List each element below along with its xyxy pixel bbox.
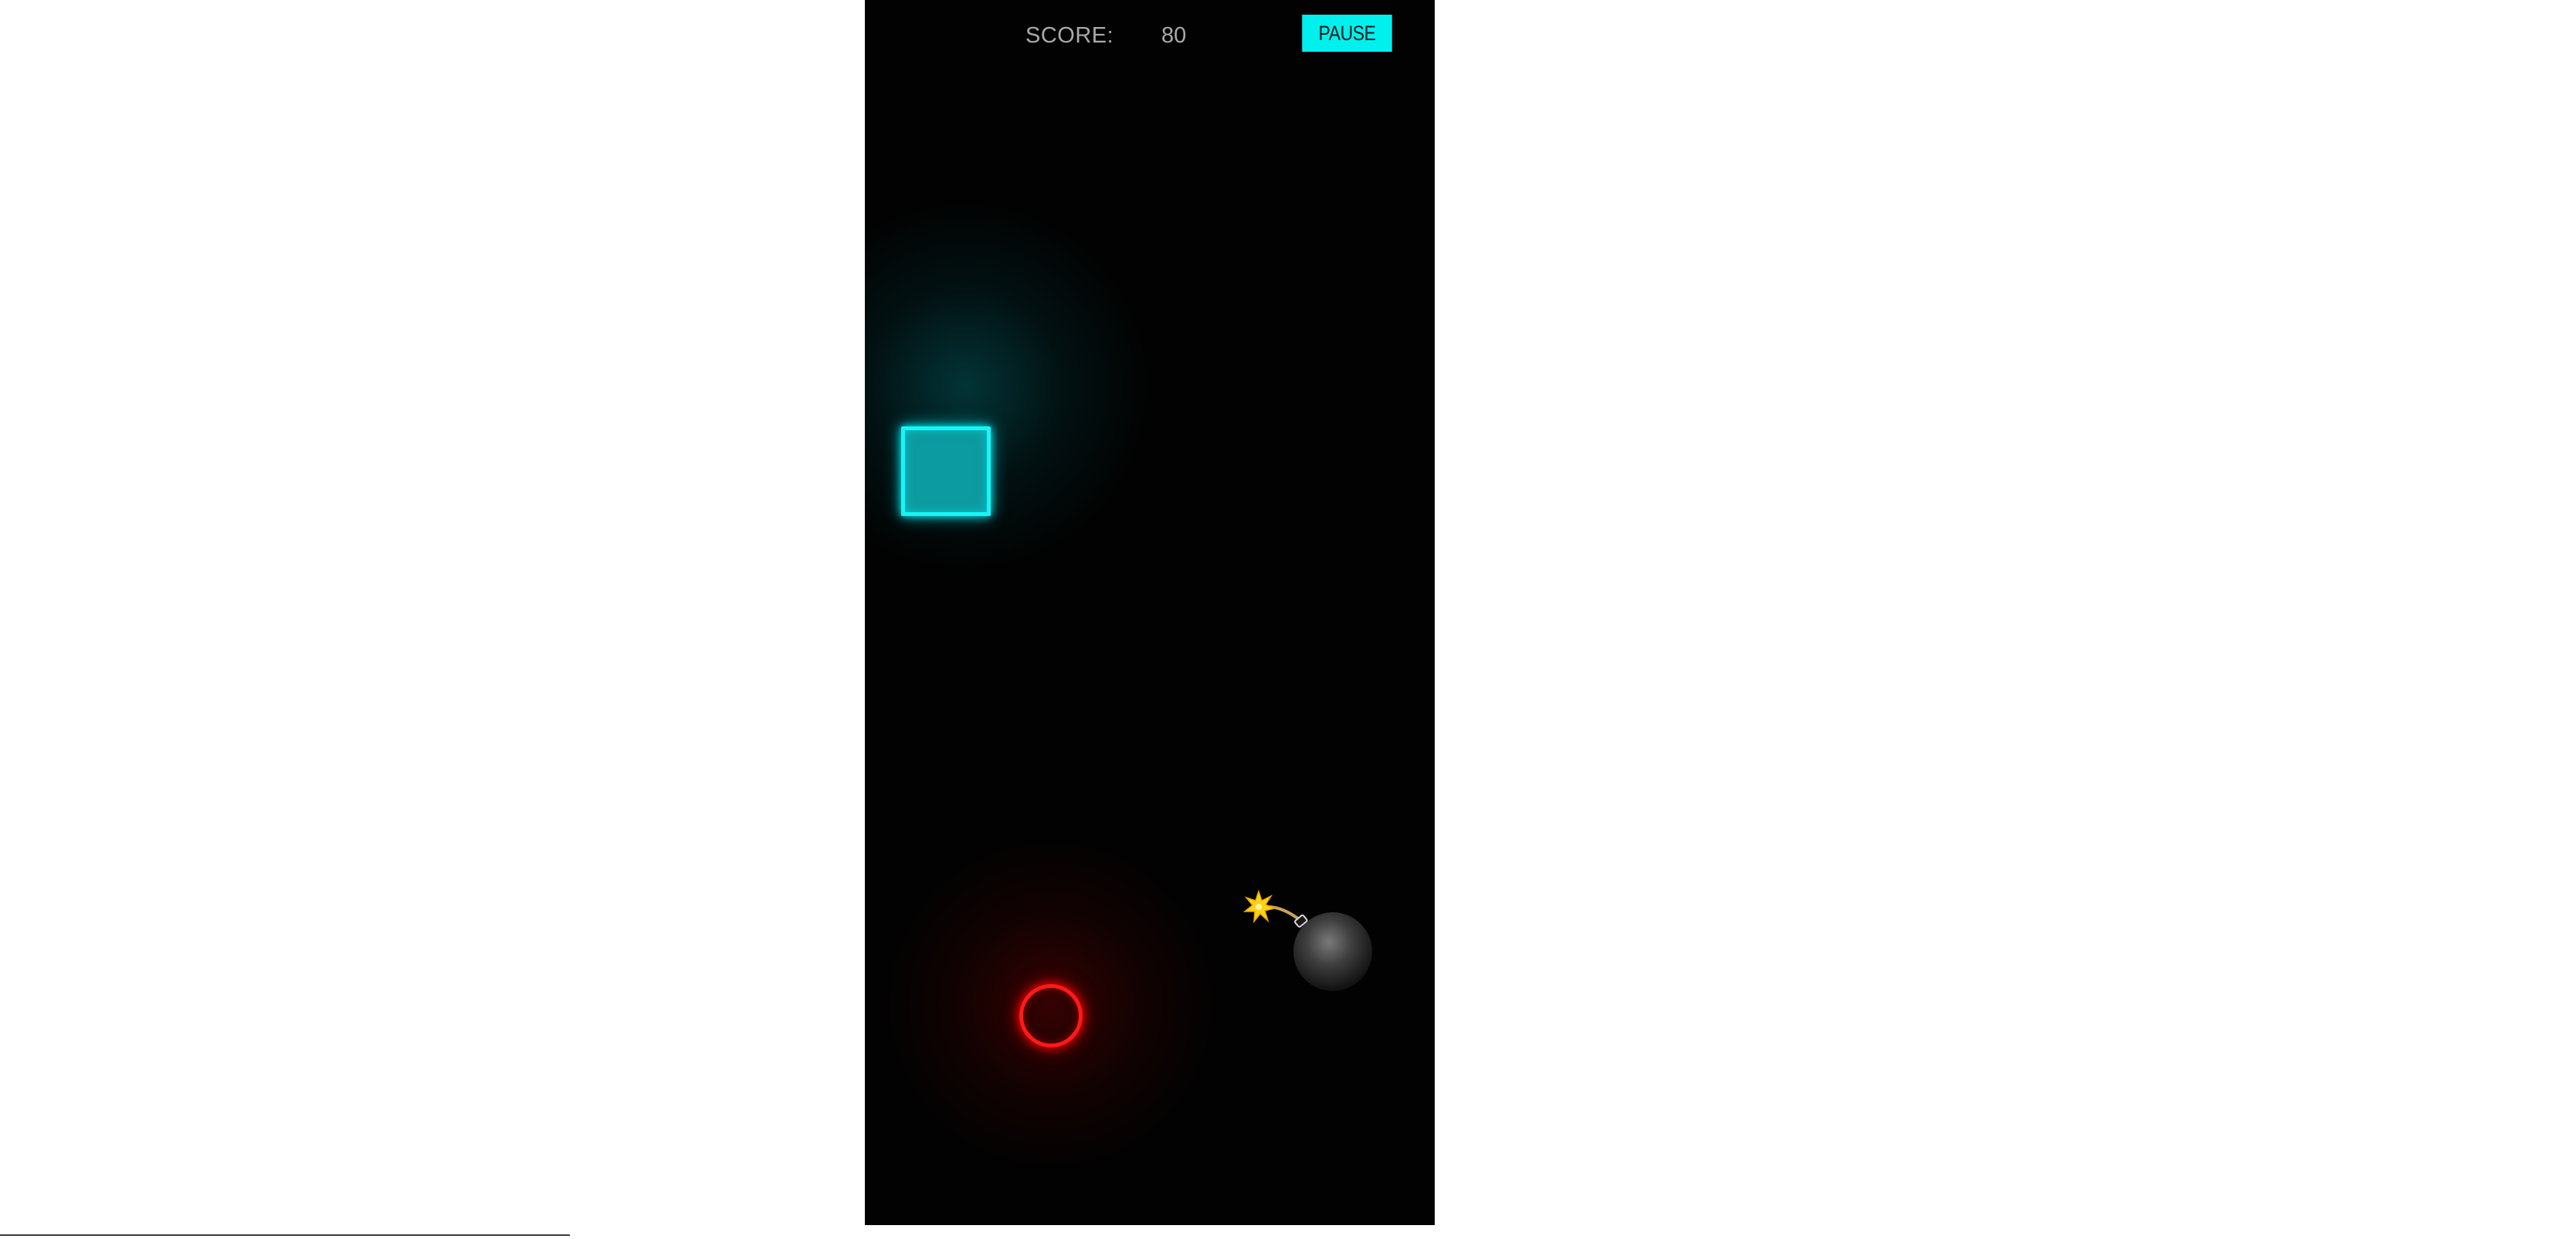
score-label: SCORE:: [1025, 23, 1114, 48]
page-underline: [0, 1234, 570, 1236]
score-value: 80: [1161, 23, 1187, 48]
bomb-icon[interactable]: [1242, 888, 1373, 996]
game-viewport[interactable]: SCORE: 80 PAUSE: [865, 0, 1435, 1225]
target-ring-icon[interactable]: [1019, 984, 1083, 1047]
spark-icon: [1242, 889, 1276, 924]
bomb-body: [1293, 912, 1372, 991]
player-square-icon[interactable]: [901, 426, 991, 516]
pause-button[interactable]: PAUSE: [1302, 15, 1392, 52]
cyan-glow: [865, 185, 1166, 587]
